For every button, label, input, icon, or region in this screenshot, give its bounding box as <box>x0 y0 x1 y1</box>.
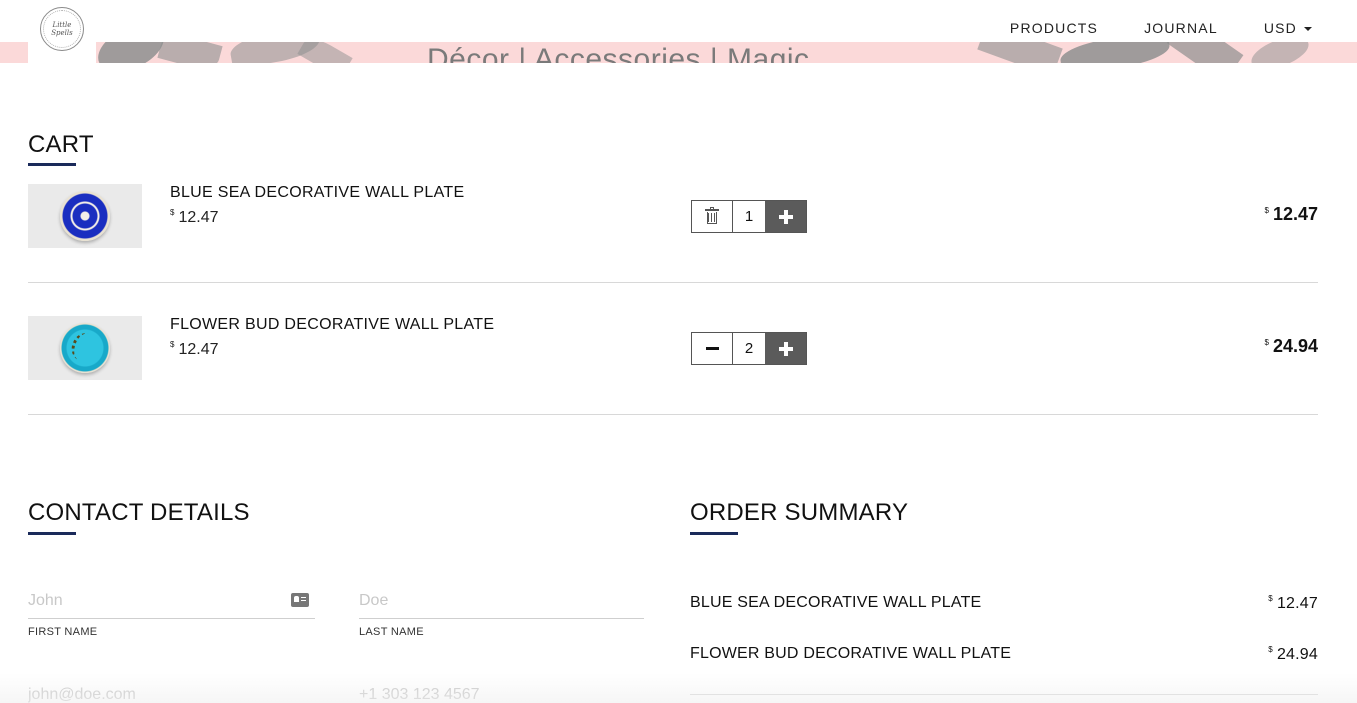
currency-label: USD <box>1263 20 1297 36</box>
trash-icon <box>705 207 719 224</box>
quantity-value: 1 <box>744 208 754 225</box>
cart-item: FLOWER BUD DECORATIVE WALL PLATE $12.47 … <box>28 316 1318 448</box>
leaf-decoration <box>157 42 223 63</box>
first-name-label: FIRST NAME <box>28 626 98 638</box>
price-value: 12.47 <box>178 341 219 358</box>
price-value: 12.47 <box>1276 595 1318 612</box>
leaf-decoration <box>1166 42 1244 63</box>
cart-item-total: $12.47 <box>1265 204 1319 225</box>
increase-quantity-button[interactable] <box>765 333 806 364</box>
cart-item-total: $24.94 <box>1265 336 1319 357</box>
leaf-decoration <box>1058 42 1172 63</box>
summary-item-name: FLOWER BUD DECORATIVE WALL PLATE <box>690 645 1012 662</box>
logo-text-line-1: Little <box>52 21 72 29</box>
total-value: 12.47 <box>1272 204 1318 224</box>
cart-divider <box>28 282 1318 283</box>
summary-divider <box>690 694 1318 695</box>
cart-item-name[interactable]: BLUE SEA DECORATIVE WALL PLATE <box>170 184 464 202</box>
price-value: 12.47 <box>178 209 219 226</box>
email-field <box>28 683 315 703</box>
summary-line: BLUE SEA DECORATIVE WALL PLATE $12.47 <box>690 594 1318 612</box>
input-underline <box>28 618 315 619</box>
summary-item-name: BLUE SEA DECORATIVE WALL PLATE <box>690 594 982 611</box>
quantity-stepper: 1 <box>691 200 807 233</box>
summary-title-underline <box>690 532 738 535</box>
hero-banner: Décor | Accessories | Magic <box>0 42 1357 63</box>
id-card-icon <box>291 593 309 607</box>
logo-text-line-2: Spells <box>51 29 73 37</box>
order-summary-title: ORDER SUMMARY <box>690 499 909 526</box>
logo-wordmark: Little Spells <box>47 21 77 37</box>
main-nav: PRODUCTS JOURNAL USD <box>1010 20 1312 36</box>
currency-symbol: $ <box>170 340 175 349</box>
total-value: 24.94 <box>1272 336 1318 356</box>
cart-divider <box>28 414 1318 415</box>
price-value: 24.94 <box>1276 646 1318 663</box>
currency-selector[interactable]: USD <box>1264 20 1312 36</box>
caret-down-icon <box>1304 27 1312 31</box>
product-thumbnail[interactable] <box>28 316 142 380</box>
currency-symbol: $ <box>1264 338 1269 347</box>
phone-field <box>359 683 644 703</box>
last-name-input[interactable] <box>359 589 644 613</box>
first-name-field <box>28 589 315 619</box>
last-name-field <box>359 589 644 619</box>
currency-symbol: $ <box>170 208 175 217</box>
leaf-decoration <box>297 42 353 63</box>
summary-item-price: $24.94 <box>1268 645 1318 664</box>
cart-item-unit-price: $12.47 <box>170 208 219 227</box>
phone-input[interactable] <box>359 683 644 703</box>
product-thumbnail[interactable] <box>28 184 142 248</box>
teal-plate-image <box>60 323 110 373</box>
quantity-value: 2 <box>744 340 754 357</box>
cart-title: CART <box>28 131 94 158</box>
input-underline <box>359 618 644 619</box>
cart-title-underline <box>28 163 76 166</box>
logo-badge: Little Spells <box>40 7 84 51</box>
remove-item-button[interactable] <box>692 201 733 232</box>
contact-title-underline <box>28 532 76 535</box>
first-name-input[interactable] <box>28 589 315 613</box>
nav-journal[interactable]: JOURNAL <box>1144 20 1218 36</box>
cart-item: BLUE SEA DECORATIVE WALL PLATE $12.47 1 … <box>28 184 1318 316</box>
currency-symbol: $ <box>1268 645 1273 654</box>
summary-item-price: $12.47 <box>1268 594 1318 613</box>
currency-symbol: $ <box>1264 206 1269 215</box>
cart-item-name[interactable]: FLOWER BUD DECORATIVE WALL PLATE <box>170 316 494 334</box>
cart-item-unit-price: $12.47 <box>170 340 219 359</box>
decrease-quantity-button[interactable] <box>692 333 733 364</box>
site-logo[interactable]: Little Spells <box>28 0 96 63</box>
minus-icon <box>705 347 719 350</box>
currency-symbol: $ <box>1268 594 1273 603</box>
email-input[interactable] <box>28 683 315 703</box>
quantity-stepper: 2 <box>691 332 807 365</box>
leaf-decoration <box>1247 42 1313 63</box>
blue-plate-image <box>60 191 110 241</box>
contact-details-title: CONTACT DETAILS <box>28 499 250 526</box>
summary-line: FLOWER BUD DECORATIVE WALL PLATE $24.94 <box>690 645 1318 663</box>
increase-quantity-button[interactable] <box>765 201 806 232</box>
leaf-decoration <box>977 42 1063 63</box>
plus-icon <box>778 209 793 224</box>
nav-products[interactable]: PRODUCTS <box>1010 20 1098 36</box>
last-name-label: LAST NAME <box>359 626 424 638</box>
banner-tagline: Décor | Accessories | Magic <box>427 43 810 63</box>
plus-icon <box>778 341 793 356</box>
